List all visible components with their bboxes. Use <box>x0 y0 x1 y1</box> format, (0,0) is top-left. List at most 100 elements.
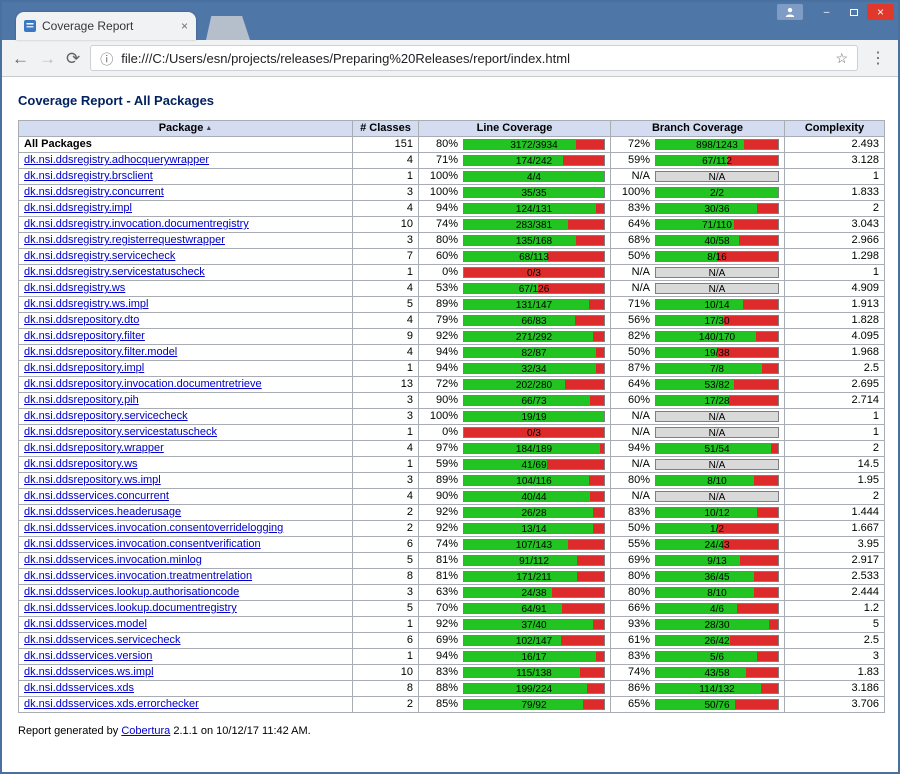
classes-count: 1 <box>353 425 419 441</box>
package-link[interactable]: dk.nsi.ddsservices.lookup.documentregist… <box>24 602 237 614</box>
branch-coverage-bar: 7/8 <box>655 363 779 374</box>
line-coverage-fraction: 16/17 <box>464 652 604 661</box>
header-line-coverage[interactable]: Line Coverage <box>419 121 611 137</box>
line-coverage-bar: 3172/3934 <box>463 139 605 150</box>
header-package[interactable]: Package▲ <box>19 121 353 137</box>
branch-coverage-fraction: 51/54 <box>656 444 778 453</box>
package-link[interactable]: dk.nsi.ddsservices.ws.impl <box>24 666 154 678</box>
package-link[interactable]: dk.nsi.ddsregistry.registerrequestwrappe… <box>24 234 225 246</box>
branch-coverage-bar: 8/10 <box>655 475 779 486</box>
cobertura-link[interactable]: Cobertura <box>121 725 170 737</box>
line-coverage-cell: 81%91/112 <box>419 553 611 569</box>
package-link[interactable]: dk.nsi.ddsservices.headerusage <box>24 506 181 518</box>
package-link[interactable]: dk.nsi.ddsservices.invocation.consentver… <box>24 538 261 550</box>
package-link[interactable]: dk.nsi.ddsservices.version <box>24 650 152 662</box>
package-link[interactable]: dk.nsi.ddsregistry.ws <box>24 282 125 294</box>
package-link[interactable]: dk.nsi.ddsrepository.invocation.document… <box>24 378 262 390</box>
package-link[interactable]: dk.nsi.ddsservices.xds.errorchecker <box>24 698 199 710</box>
branch-coverage-bar: 36/45 <box>655 571 779 582</box>
branch-coverage-fraction: 26/42 <box>656 636 778 645</box>
package-link[interactable]: dk.nsi.ddsrepository.pih <box>24 394 139 406</box>
header-branch-coverage[interactable]: Branch Coverage <box>611 121 785 137</box>
package-link[interactable]: dk.nsi.ddsregistry.brsclient <box>24 170 153 182</box>
package-cell: dk.nsi.ddsregistry.brsclient <box>19 169 353 185</box>
branch-coverage-cell: 50%19/38 <box>611 345 785 361</box>
bookmark-star-icon[interactable]: ☆ <box>835 50 848 67</box>
branch-coverage-percent: 55% <box>616 538 650 551</box>
branch-coverage-fraction: 67/112 <box>656 156 778 165</box>
package-link[interactable]: dk.nsi.ddsregistry.concurrent <box>24 186 164 198</box>
branch-coverage-percent: N/A <box>616 282 650 295</box>
branch-coverage-cell: 93%28/30 <box>611 617 785 633</box>
package-link[interactable]: dk.nsi.ddsservices.concurrent <box>24 490 169 502</box>
profile-icon[interactable] <box>777 4 803 20</box>
package-link[interactable]: dk.nsi.ddsrepository.servicestatuscheck <box>24 426 217 438</box>
package-link[interactable]: dk.nsi.ddsregistry.adhocquerywrapper <box>24 154 209 166</box>
package-link[interactable]: dk.nsi.ddsservices.servicecheck <box>24 634 181 646</box>
line-coverage-fraction: 82/87 <box>464 348 604 357</box>
branch-coverage-fraction: 10/14 <box>656 300 778 309</box>
browser-tab[interactable]: Coverage Report × <box>16 12 196 40</box>
package-link[interactable]: dk.nsi.ddsrepository.dto <box>24 314 139 326</box>
complexity-value: 1.83 <box>785 665 885 681</box>
package-link[interactable]: dk.nsi.ddsregistry.impl <box>24 202 132 214</box>
package-link[interactable]: dk.nsi.ddsrepository.servicecheck <box>24 410 188 422</box>
branch-coverage-bar: 40/58 <box>655 235 779 246</box>
table-row: dk.nsi.ddsrepository.ws.impl389%104/1168… <box>19 473 885 489</box>
refresh-icon[interactable]: ⟳ <box>66 50 80 67</box>
package-link[interactable]: dk.nsi.ddsservices.invocation.consentove… <box>24 522 283 534</box>
complexity-value: 2 <box>785 201 885 217</box>
tab-close-icon[interactable]: × <box>181 20 188 32</box>
branch-coverage-fraction: 50/76 <box>656 700 778 709</box>
line-coverage-percent: 71% <box>424 154 458 167</box>
forward-icon[interactable]: → <box>39 50 56 67</box>
page-info-icon[interactable]: ⓘ <box>100 49 113 68</box>
package-link[interactable]: dk.nsi.ddsservices.invocation.minlog <box>24 554 202 566</box>
package-link[interactable]: dk.nsi.ddsrepository.wrapper <box>24 442 164 454</box>
browser-menu-icon[interactable]: ⋮ <box>868 48 888 68</box>
line-coverage-cell: 100%19/19 <box>419 409 611 425</box>
line-coverage-fraction: 64/91 <box>464 604 604 613</box>
maximize-button[interactable] <box>840 4 867 20</box>
complexity-value: 3 <box>785 649 885 665</box>
minimize-button[interactable]: – <box>813 4 840 20</box>
url-text[interactable]: file:///C:/Users/esn/projects/releases/P… <box>121 51 827 66</box>
package-link[interactable]: dk.nsi.ddsrepository.ws.impl <box>24 474 161 486</box>
header-complexity[interactable]: Complexity <box>785 121 885 137</box>
package-link[interactable]: dk.nsi.ddsregistry.ws.impl <box>24 298 149 310</box>
package-link[interactable]: dk.nsi.ddsregistry.invocation.documentre… <box>24 218 249 230</box>
package-link[interactable]: dk.nsi.ddsservices.invocation.treatmentr… <box>24 570 252 582</box>
line-coverage-percent: 92% <box>424 618 458 631</box>
classes-count: 1 <box>353 617 419 633</box>
new-tab-button[interactable] <box>206 16 250 40</box>
package-link[interactable]: dk.nsi.ddsrepository.filter.model <box>24 346 177 358</box>
line-coverage-bar: 102/147 <box>463 635 605 646</box>
table-row: dk.nsi.ddsservices.xds.errorchecker285%7… <box>19 697 885 713</box>
package-cell: dk.nsi.ddsservices.invocation.consentver… <box>19 537 353 553</box>
close-button[interactable]: × <box>867 4 894 20</box>
classes-count: 1 <box>353 361 419 377</box>
branch-coverage-cell: N/AN/A <box>611 409 785 425</box>
package-link[interactable]: dk.nsi.ddsservices.model <box>24 618 147 630</box>
classes-count: 6 <box>353 537 419 553</box>
line-coverage-fraction: 13/14 <box>464 524 604 533</box>
line-coverage-percent: 88% <box>424 682 458 695</box>
header-classes[interactable]: # Classes <box>353 121 419 137</box>
branch-coverage-percent: 64% <box>616 218 650 231</box>
package-link[interactable]: dk.nsi.ddsservices.xds <box>24 682 134 694</box>
complexity-value: 1.95 <box>785 473 885 489</box>
address-bar[interactable]: ⓘ file:///C:/Users/esn/projects/releases… <box>90 45 858 71</box>
package-link[interactable]: dk.nsi.ddsrepository.filter <box>24 330 145 342</box>
package-link[interactable]: dk.nsi.ddsregistry.servicestatuscheck <box>24 266 205 278</box>
branch-coverage-cell: 87%7/8 <box>611 361 785 377</box>
branch-coverage-percent: 82% <box>616 330 650 343</box>
line-coverage-cell: 92%26/28 <box>419 505 611 521</box>
branch-coverage-cell: 68%40/58 <box>611 233 785 249</box>
back-icon[interactable]: ← <box>12 50 29 67</box>
package-link[interactable]: dk.nsi.ddsservices.lookup.authorisationc… <box>24 586 239 598</box>
package-link[interactable]: dk.nsi.ddsregistry.servicecheck <box>24 250 175 262</box>
package-link[interactable]: dk.nsi.ddsrepository.impl <box>24 362 144 374</box>
package-link[interactable]: dk.nsi.ddsrepository.ws <box>24 458 138 470</box>
line-coverage-bar: 19/19 <box>463 411 605 422</box>
branch-coverage-bar: 51/54 <box>655 443 779 454</box>
